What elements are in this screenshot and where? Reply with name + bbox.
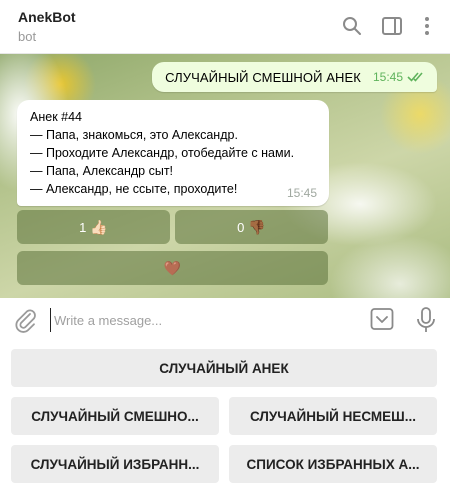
keyboard-collapse-icon	[370, 308, 394, 330]
attach-button[interactable]	[12, 307, 40, 335]
incoming-message[interactable]: Анек #44 — Папа, знакомься, это Александ…	[17, 100, 329, 206]
favorites-list-button[interactable]: СПИСОК ИЗБРАННЫХ А...	[229, 445, 437, 483]
message-line: — Александр, не ссыте, проходите!	[30, 182, 238, 196]
dislike-count: 0	[237, 219, 245, 235]
random-funny-button[interactable]: СЛУЧАЙНЫЙ СМЕШНО...	[11, 397, 219, 435]
double-check-icon	[407, 72, 423, 82]
chat-history[interactable]: СЛУЧАЙНЫЙ СМЕШНОЙ АНЕК 15:45 Анек #44 — …	[0, 54, 450, 298]
outgoing-message-time: 15:45	[372, 70, 403, 84]
chat-header: AnekBot bot	[0, 0, 450, 54]
random-unfunny-button[interactable]: СЛУЧАЙНЫЙ НЕСМЕШ...	[229, 397, 437, 435]
random-favorite-button[interactable]: СЛУЧАЙНЫЙ ИЗБРАНН...	[11, 445, 219, 483]
message-line: Анек #44	[30, 110, 82, 124]
message-line: — Проходите Александр, отобедайте с нами…	[30, 146, 295, 160]
like-count: 1	[79, 219, 87, 235]
bot-reply-keyboard: СЛУЧАЙНЫЙ АНЕК СЛУЧАЙНЫЙ СМЕШНО... СЛУЧА…	[0, 342, 450, 488]
random-anek-button[interactable]: СЛУЧАЙНЫЙ АНЕК	[11, 349, 437, 387]
sidebar-toggle-button[interactable]	[379, 13, 405, 39]
message-input[interactable]	[50, 308, 350, 332]
paperclip-icon	[15, 309, 36, 333]
search-button[interactable]	[339, 13, 365, 39]
message-line: — Папа, знакомься, это Александр.	[30, 128, 238, 142]
sidebar-toggle-icon	[382, 17, 402, 35]
voice-message-button[interactable]	[414, 306, 440, 334]
heart-icon: 🤎	[163, 259, 182, 276]
outgoing-message-text: СЛУЧАЙНЫЙ СМЕШНОЙ АНЕК	[165, 69, 361, 85]
outgoing-message[interactable]: СЛУЧАЙНЫЙ СМЕШНОЙ АНЕК 15:45	[152, 62, 437, 92]
telegram-chat-window: AnekBot bot СЛУЧАЙНЫЙ СМЕШНОЙ АНЕК 15:45…	[0, 0, 450, 488]
search-icon	[343, 17, 361, 35]
favorite-button[interactable]: 🤎	[17, 251, 328, 285]
message-composer	[0, 298, 450, 342]
incoming-message-time: 15:45	[286, 186, 317, 200]
more-vert-icon	[425, 17, 429, 35]
thumbs-up-icon: 👍🏻	[90, 218, 108, 235]
microphone-icon	[417, 307, 435, 332]
like-button[interactable]: 1 👍🏻	[17, 210, 170, 244]
message-line: — Папа, Александр сыт!	[30, 164, 174, 178]
thumbs-down-icon: 👎🏾	[248, 218, 266, 235]
hide-bot-keyboard-button[interactable]	[370, 307, 396, 333]
chat-subtitle: bot	[18, 29, 37, 44]
dislike-button[interactable]: 0 👎🏾	[175, 210, 328, 244]
chat-title[interactable]: AnekBot	[18, 9, 76, 25]
more-menu-button[interactable]	[414, 13, 440, 39]
